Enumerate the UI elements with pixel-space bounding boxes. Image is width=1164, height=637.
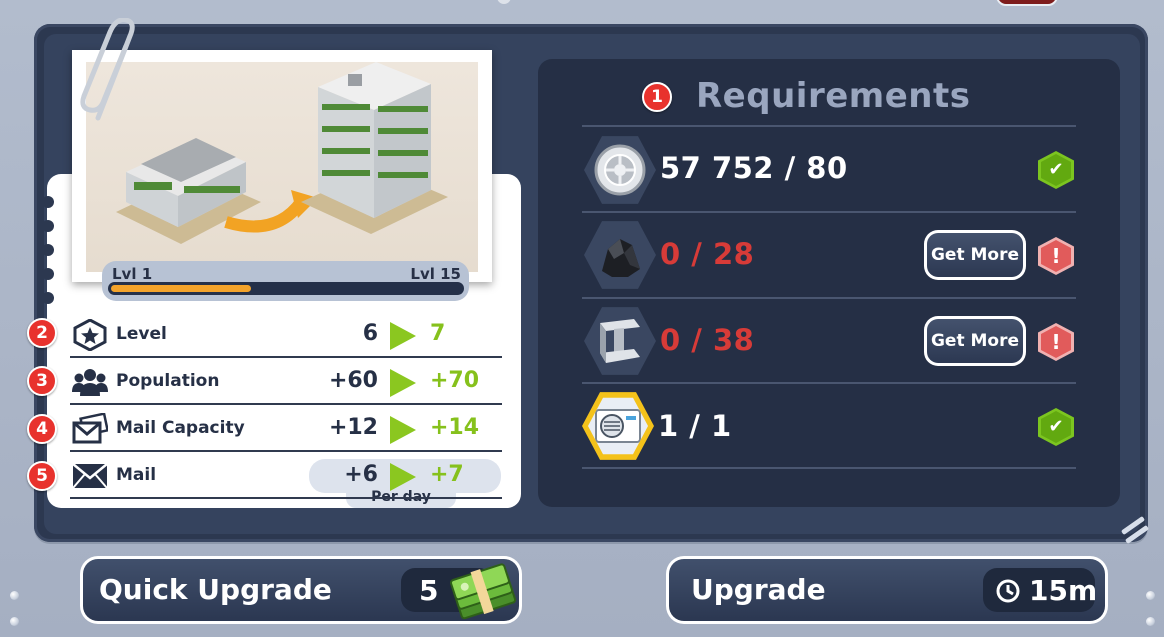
stat-label: Population (116, 371, 220, 391)
stat-label: Mail Capacity (116, 418, 245, 438)
stat-new-value: +7 (430, 462, 464, 487)
divider (582, 382, 1076, 384)
quick-upgrade-label: Quick Upgrade (99, 573, 332, 606)
increase-arrow-icon (390, 463, 416, 491)
upgrade-button[interactable]: Upgrade 15m (666, 556, 1108, 624)
level-progress-track (108, 282, 464, 295)
exclamation-icon: ! (1041, 240, 1071, 272)
increase-arrow-icon (390, 322, 416, 350)
quick-upgrade-button[interactable]: Quick Upgrade 5 (80, 556, 522, 624)
checkmark-icon: ✔ (1041, 154, 1071, 186)
divider (582, 297, 1076, 299)
quick-upgrade-price-value: 5 (419, 574, 439, 607)
increase-arrow-icon (390, 369, 416, 397)
requirement-amount: 1 / 1 (658, 409, 732, 443)
get-more-button-steel[interactable]: Get More (924, 316, 1026, 366)
get-more-label: Get More (927, 233, 1023, 277)
stat-row-mail: Mail +6 +7 (70, 453, 502, 499)
envelope-icon (72, 463, 108, 489)
stat-old-value: 6 (362, 321, 378, 346)
callout-badge-1: 1 (642, 82, 672, 112)
requirement-amount: 0 / 28 (660, 237, 755, 271)
rivet (10, 591, 19, 600)
population-icon (72, 369, 108, 396)
level-progress: Lvl 1 Lvl 15 (102, 261, 469, 301)
requirement-icon-inner (588, 397, 648, 455)
notebook-hole (42, 268, 54, 280)
stat-new-value: +14 (430, 415, 480, 440)
notebook-hole (42, 292, 54, 304)
star-shield-icon (73, 319, 107, 351)
stat-old-value: +12 (328, 415, 378, 440)
get-more-button-coal[interactable]: Get More (924, 230, 1026, 280)
upgrade-button-face: Upgrade 15m (669, 559, 1105, 621)
stat-new-value: +70 (430, 368, 480, 393)
stat-new-value: 7 (430, 321, 446, 346)
stat-old-value: +60 (328, 368, 378, 393)
cash-icon (450, 563, 517, 620)
stat-old-value: +6 (344, 462, 378, 487)
divider (582, 467, 1076, 469)
stat-label: Mail (116, 465, 157, 485)
callout-badge-5: 5 (27, 461, 57, 491)
stat-row-population: Population +60 +70 (70, 359, 502, 405)
notebook-hole (42, 196, 54, 208)
callout-badge-3: 3 (27, 366, 57, 396)
notebook-hole (42, 244, 54, 256)
divider (582, 211, 1076, 213)
paperclip-icon (80, 18, 135, 121)
rivet (10, 617, 19, 626)
clock-icon (996, 579, 1020, 603)
upgrade-label: Upgrade (691, 573, 826, 606)
requirement-amount: 57 752 / 80 (660, 151, 848, 185)
level-from-label: Lvl 1 (112, 265, 153, 283)
requirements-title: Requirements (696, 76, 971, 116)
level-to-label: Lvl 15 (410, 265, 461, 283)
checkmark-icon: ✔ (1041, 411, 1071, 443)
requirement-amount: 0 / 38 (660, 323, 755, 357)
mail-stack-icon (72, 413, 108, 444)
quick-upgrade-button-face: Quick Upgrade 5 (83, 559, 519, 621)
stat-label: Level (116, 324, 167, 344)
increase-arrow-icon (390, 416, 416, 444)
rivet (1146, 591, 1155, 600)
stat-row-mail-capacity: Mail Capacity +12 +14 (70, 406, 502, 452)
get-more-label: Get More (927, 319, 1023, 363)
callout-badge-2: 2 (27, 318, 57, 348)
air-conditioner-icon (595, 409, 641, 443)
level-progress-fill (111, 285, 251, 292)
upgrade-time-value: 15m (1029, 574, 1098, 607)
stat-row-level: Level 6 7 (70, 312, 502, 358)
exclamation-icon: ! (1041, 326, 1071, 358)
divider (582, 125, 1076, 127)
upgrade-time: 15m (983, 568, 1098, 612)
top-close-tab (996, 0, 1058, 6)
notebook-hole (42, 220, 54, 232)
rivet (1146, 617, 1155, 626)
callout-badge-4: 4 (27, 414, 57, 444)
